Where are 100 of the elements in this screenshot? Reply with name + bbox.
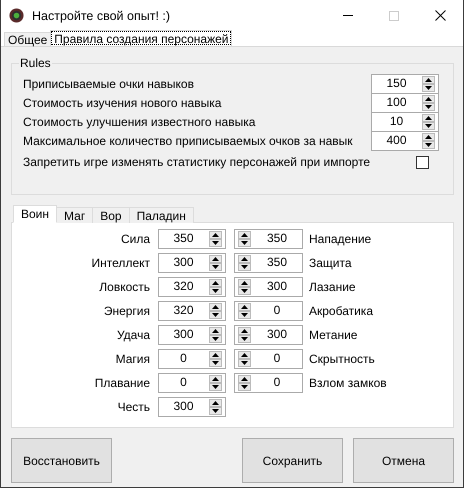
spin-down-button[interactable]: [238, 311, 251, 319]
number-field[interactable]: 300: [234, 277, 303, 297]
spin-down-button[interactable]: [238, 359, 251, 367]
down-caret-icon: [212, 409, 219, 413]
down-caret-icon: [212, 337, 219, 341]
down-caret-icon: [241, 313, 248, 317]
number-field[interactable]: 0: [158, 373, 226, 393]
down-caret-icon: [241, 265, 248, 269]
number-field[interactable]: 0: [234, 301, 303, 321]
close-icon: [434, 10, 446, 21]
number-field[interactable]: 300: [234, 325, 303, 345]
window-title: Настройте свой опыт! :): [32, 8, 172, 22]
up-caret-icon: [212, 233, 219, 237]
number-field[interactable]: 10: [371, 112, 439, 132]
spin-up-button[interactable]: [422, 114, 435, 122]
number-field[interactable]: 320: [158, 301, 226, 321]
spin-up-button[interactable]: [209, 375, 222, 383]
number-field[interactable]: 400: [371, 130, 439, 150]
up-caret-icon: [425, 78, 432, 82]
stat-label: Акробатика: [309, 304, 374, 318]
up-caret-icon: [425, 96, 432, 100]
down-caret-icon: [425, 124, 432, 128]
down-caret-icon: [212, 265, 219, 269]
up-caret-icon: [212, 377, 219, 381]
number-field[interactable]: 300: [158, 253, 226, 273]
spin-down-button[interactable]: [238, 383, 251, 391]
checkbox[interactable]: [416, 156, 429, 168]
stat-label: Плавание: [94, 376, 150, 390]
class-tab[interactable]: Маг: [56, 207, 94, 223]
spin-down-button[interactable]: [238, 239, 251, 247]
spin-up-button[interactable]: [422, 76, 435, 84]
spin-up-button[interactable]: [238, 279, 251, 287]
down-caret-icon: [425, 86, 432, 90]
tab[interactable]: Общее: [4, 32, 52, 46]
number-field[interactable]: 0: [234, 373, 303, 393]
stat-label: Взлом замков: [309, 376, 388, 390]
number-field[interactable]: 0: [158, 349, 226, 369]
group-title: Rules: [19, 56, 52, 70]
spin-down-button[interactable]: [209, 311, 222, 319]
down-caret-icon: [425, 142, 432, 146]
spin-up-button[interactable]: [238, 303, 251, 311]
spin-down-button[interactable]: [209, 407, 222, 415]
up-caret-icon: [212, 281, 219, 285]
spin-up-button[interactable]: [238, 231, 251, 239]
up-caret-icon: [241, 281, 248, 285]
down-caret-icon: [212, 289, 219, 293]
number-field[interactable]: 0: [234, 349, 303, 369]
spin-down-button[interactable]: [209, 263, 222, 271]
spin-up-button[interactable]: [238, 327, 251, 335]
down-caret-icon: [241, 289, 248, 293]
restore-button[interactable]: Восстановить: [11, 438, 112, 483]
spin-up-button[interactable]: [209, 399, 222, 407]
spin-down-button[interactable]: [209, 287, 222, 295]
rule-label: Приписываемые очки навыков: [23, 76, 195, 90]
rule-label: Стоимость изучения нового навыка: [23, 96, 222, 110]
spin-down-button[interactable]: [209, 359, 222, 367]
number-field[interactable]: 150: [371, 74, 439, 94]
down-caret-icon: [241, 361, 248, 365]
spin-up-button[interactable]: [209, 351, 222, 359]
maximize-icon: [389, 10, 399, 20]
spin-down-button[interactable]: [238, 335, 251, 343]
save-button[interactable]: Сохранить: [242, 438, 343, 483]
stat-label: Удача: [116, 328, 150, 342]
spin-up-button[interactable]: [209, 327, 222, 335]
up-caret-icon: [212, 257, 219, 261]
spin-down-button[interactable]: [238, 287, 251, 295]
class-tab[interactable]: Вор: [92, 207, 130, 223]
number-field[interactable]: 350: [234, 253, 303, 273]
number-field[interactable]: 350: [158, 229, 226, 249]
stat-label: Нападение: [309, 232, 372, 246]
number-field[interactable]: 320: [158, 277, 226, 297]
class-tab[interactable]: Воин: [13, 205, 58, 223]
stat-label: Интеллект: [90, 256, 150, 270]
up-caret-icon: [241, 329, 248, 333]
app-icon: [9, 8, 24, 23]
spin-up-button[interactable]: [238, 255, 251, 263]
cancel-button[interactable]: Отмена: [353, 438, 454, 483]
number-field[interactable]: 100: [371, 92, 439, 112]
spin-up-button[interactable]: [209, 303, 222, 311]
spin-up-button[interactable]: [209, 231, 222, 239]
spin-up-button[interactable]: [422, 132, 435, 140]
up-caret-icon: [212, 353, 219, 357]
number-field[interactable]: 350: [234, 229, 303, 249]
stat-label: Сила: [120, 232, 150, 246]
class-tab[interactable]: Паладин: [128, 207, 194, 223]
up-caret-icon: [212, 401, 219, 405]
up-caret-icon: [241, 305, 248, 309]
spin-up-button[interactable]: [422, 94, 435, 102]
spin-down-button[interactable]: [209, 239, 222, 247]
spin-down-button[interactable]: [238, 263, 251, 271]
number-field[interactable]: 300: [158, 325, 226, 345]
spin-up-button[interactable]: [238, 351, 251, 359]
spin-up-button[interactable]: [209, 279, 222, 287]
spin-up-button[interactable]: [238, 375, 251, 383]
spin-down-button[interactable]: [209, 383, 222, 391]
stat-label: Магия: [114, 352, 150, 366]
tab[interactable]: Правила создания персонажей: [50, 30, 232, 46]
spin-down-button[interactable]: [209, 335, 222, 343]
number-field[interactable]: 300: [158, 397, 226, 417]
spin-up-button[interactable]: [209, 255, 222, 263]
